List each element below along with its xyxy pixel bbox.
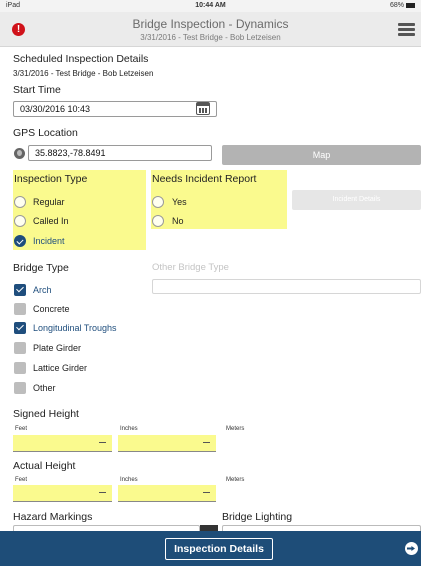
radio-no-label: No — [172, 216, 184, 226]
incident-details-button[interactable]: Incident Details — [292, 190, 421, 210]
globe-icon — [14, 148, 25, 159]
battery-icon — [406, 2, 415, 8]
scheduled-details-value: 3/31/2016 - Test Bridge - Bob Letzeisen — [13, 69, 154, 78]
radio-regular[interactable] — [14, 196, 26, 208]
checkbox-concrete-label: Concrete — [33, 304, 70, 314]
page-title: Bridge Inspection - Dynamics — [132, 17, 289, 31]
checkbox-other[interactable] — [14, 382, 26, 394]
bridge-lighting-label: Bridge Lighting — [222, 511, 293, 523]
checkbox-longitudinal-troughs[interactable] — [14, 322, 26, 334]
bridge-type-label: Bridge Type — [13, 262, 69, 274]
other-bridge-type-input[interactable] — [152, 279, 421, 294]
map-button[interactable]: Map — [222, 145, 421, 165]
gps-location-label: GPS Location — [13, 127, 78, 139]
radio-no[interactable] — [152, 215, 164, 227]
page-subtitle: 3/31/2016 - Test Bridge - Bob Letzeisen — [140, 33, 281, 42]
signed-height-feet-label: Feet — [15, 426, 28, 432]
app-header: ! Bridge Inspection - Dynamics 3/31/2016… — [0, 12, 421, 47]
checkbox-lattice-girder-label: Lattice Girder — [33, 363, 88, 373]
incident-report-label: Needs Incident Report — [152, 173, 257, 185]
signed-height-label: Signed Height — [13, 408, 79, 420]
checkbox-plate-girder-label: Plate Girder — [33, 343, 82, 353]
inspection-details-button[interactable]: Inspection Details — [165, 538, 273, 560]
actual-height-label: Actual Height — [13, 460, 76, 472]
start-time-label: Start Time — [13, 84, 61, 96]
actual-height-meters-label: Meters — [226, 477, 245, 483]
checkbox-lattice-girder[interactable] — [14, 362, 26, 374]
actual-height-feet-label: Feet — [15, 477, 28, 483]
calendar-icon[interactable] — [196, 102, 210, 115]
checkbox-other-label: Other — [33, 383, 56, 393]
checkbox-plate-girder[interactable] — [14, 342, 26, 354]
checkbox-arch-label: Arch — [33, 285, 52, 295]
start-time-field[interactable]: 03/30/2016 10:43 — [13, 101, 217, 117]
battery-indicator: 68% — [390, 2, 415, 9]
signed-height-meters-label: Meters — [226, 426, 245, 432]
scheduled-details-heading: Scheduled Inspection Details — [13, 53, 149, 65]
radio-called-in[interactable] — [14, 215, 26, 227]
radio-regular-label: Regular — [33, 197, 65, 207]
gps-location-field[interactable]: 35.8823,-78.8491 — [28, 145, 212, 161]
other-bridge-type-label: Other Bridge Type — [152, 262, 229, 273]
status-bar: iPad 10:44 AM 68% — [0, 0, 421, 12]
actual-height-inches-label: Inches — [120, 477, 138, 483]
radio-yes[interactable] — [152, 196, 164, 208]
actual-height-inches-input[interactable] — [118, 485, 216, 502]
signed-height-feet-input[interactable] — [13, 435, 112, 452]
clock: 10:44 AM — [195, 2, 226, 9]
checkbox-arch[interactable] — [14, 284, 26, 296]
signed-height-inches-label: Inches — [120, 426, 138, 432]
actual-height-feet-input[interactable] — [13, 485, 112, 502]
checkbox-longitudinal-troughs-label: Longitudinal Troughs — [33, 323, 117, 333]
next-arrow-icon[interactable] — [405, 542, 418, 555]
radio-incident-label: Incident — [33, 236, 65, 246]
inspection-type-label: Inspection Type — [14, 173, 88, 185]
hamburger-menu-icon[interactable] — [398, 23, 415, 37]
bottom-toolbar: Inspection Details — [0, 531, 421, 566]
radio-called-in-label: Called In — [33, 216, 69, 226]
checkbox-concrete[interactable] — [14, 303, 26, 315]
signed-height-inches-input[interactable] — [118, 435, 216, 452]
hazard-markings-label: Hazard Markings — [13, 511, 93, 523]
radio-incident[interactable] — [14, 235, 26, 247]
radio-yes-label: Yes — [172, 197, 187, 207]
